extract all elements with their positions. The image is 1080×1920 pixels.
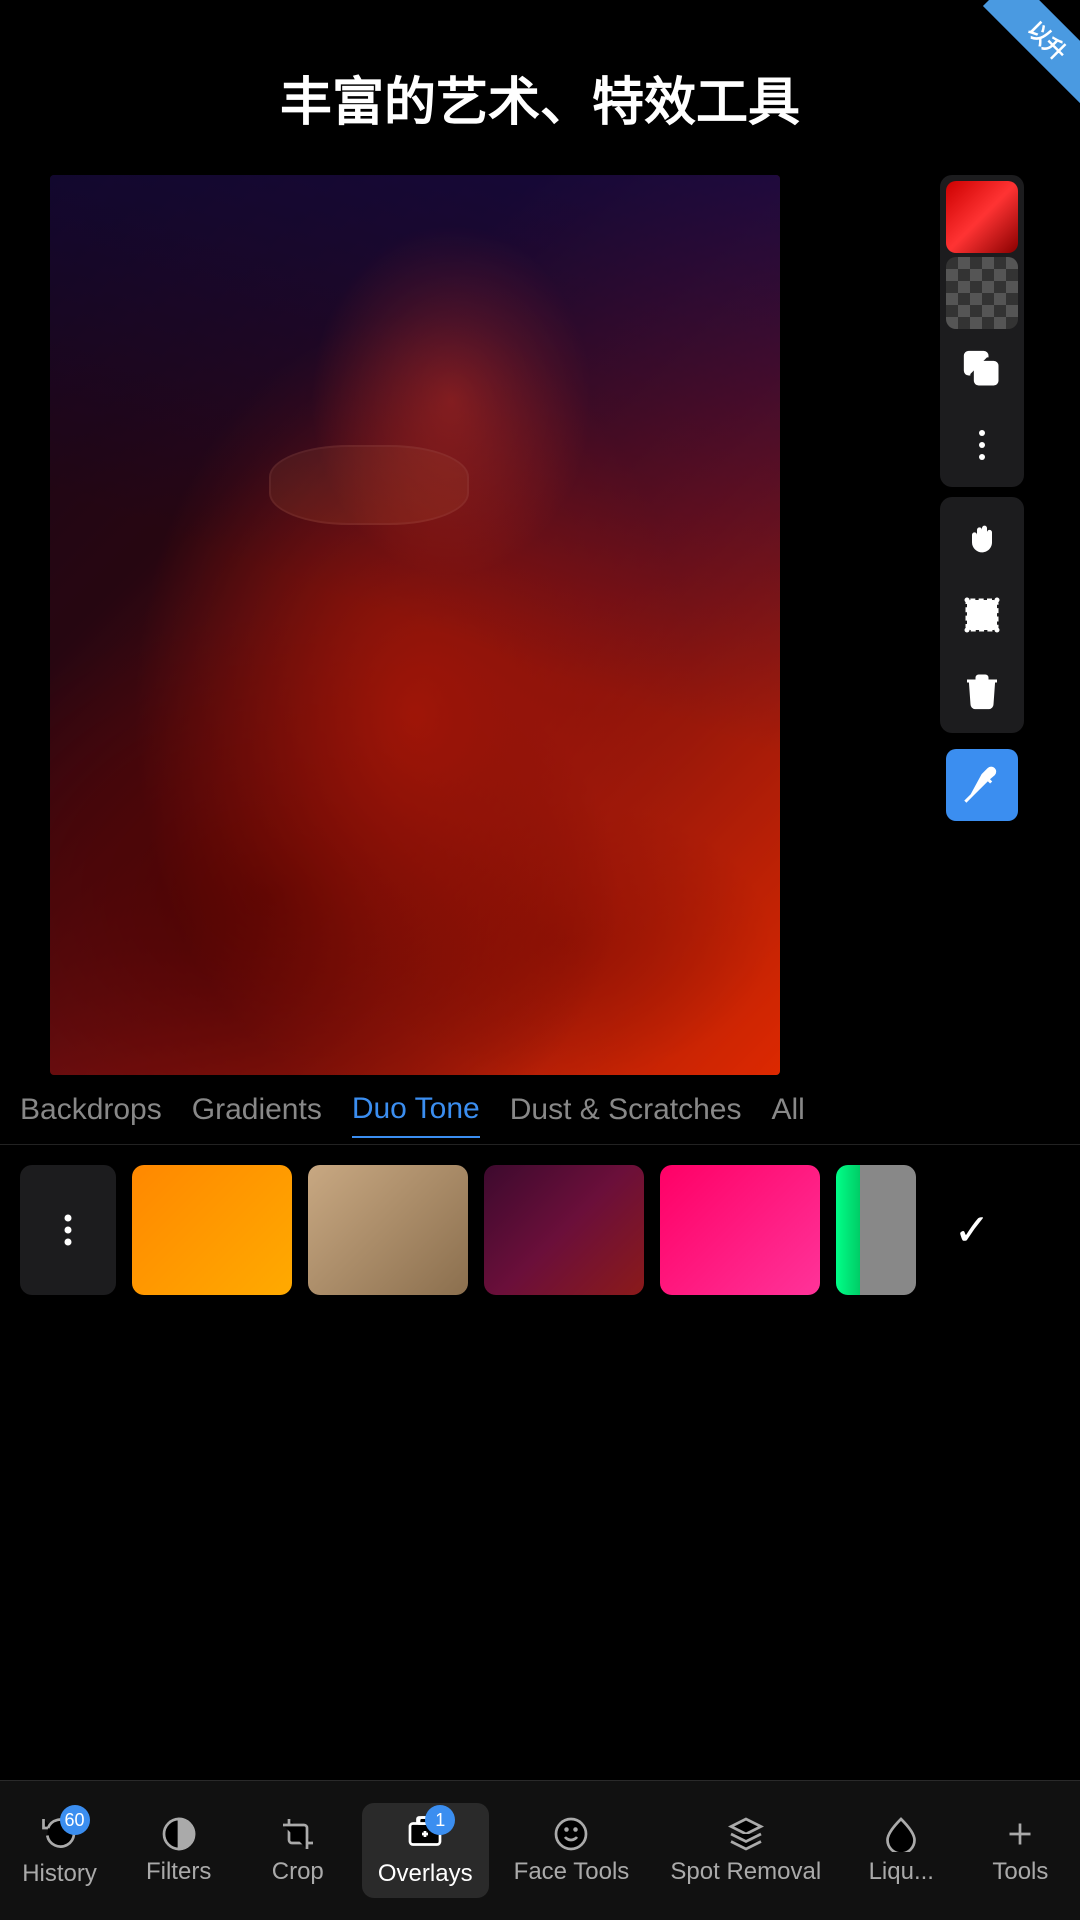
right-sidebar [934,175,1030,1075]
nav-crop[interactable]: Crop [243,1806,353,1896]
nav-filters[interactable]: Filters [124,1806,234,1896]
face-tools-label: Face Tools [514,1858,630,1886]
editor-area [50,175,1030,1075]
face-tools-icon [553,1816,589,1852]
tab-duotone[interactable]: Duo Tone [352,1082,480,1138]
more-options-button[interactable] [946,409,1018,481]
nav-history[interactable]: 60 History [5,1803,115,1898]
swatch-more-button[interactable] [20,1165,116,1295]
overlays-label: Overlays [378,1860,473,1888]
page-title: 丰富的艺术、特效工具 [0,0,1080,175]
category-tabs: Backdrops Gradients Duo Tone Dust & Scra… [0,1075,1080,1145]
nav-tools[interactable]: Tools [965,1806,1075,1896]
overlay-swatches: ✓ [0,1145,1080,1315]
filters-icon [161,1816,197,1852]
nav-liquify[interactable]: Liqu... [846,1806,956,1896]
history-badge: 60 [60,1805,90,1835]
liquify-icon [883,1816,919,1852]
color-swatch-button[interactable] [946,181,1018,253]
history-label: History [22,1860,97,1888]
tab-backdrops[interactable]: Backdrops [20,1083,162,1137]
filters-label: Filters [146,1858,211,1886]
swatch-orange[interactable] [132,1165,292,1295]
swatch-pink[interactable] [660,1165,820,1295]
swatch-tan[interactable] [308,1165,468,1295]
crop-label: Crop [272,1858,324,1886]
duplicate-button[interactable] [946,333,1018,405]
nav-face-tools[interactable]: Face Tools [498,1806,646,1896]
nav-spot-removal[interactable]: Spot Removal [654,1806,837,1896]
nav-overlays[interactable]: 1 Overlays [362,1803,489,1898]
swatch-darkred[interactable] [484,1165,644,1295]
bottom-nav: 60 History Filters Crop 1 Overlays [0,1780,1080,1920]
tool-group-top [940,175,1024,487]
delete-button[interactable] [946,655,1018,727]
tab-all[interactable]: All [771,1083,804,1137]
overlays-badge: 1 [425,1805,455,1835]
tab-gradients[interactable]: Gradients [192,1083,322,1137]
eyedropper-button[interactable] [946,749,1018,821]
tools-icon [1002,1816,1038,1852]
liquify-label: Liqu... [869,1858,934,1886]
corner-badge: 以升 [960,0,1080,120]
transparency-button[interactable] [946,257,1018,329]
history-icon-wrap: 60 [42,1813,78,1854]
canvas-bg [50,175,780,1075]
swatch-confirm-button[interactable]: ✓ [932,1165,1012,1295]
spot-removal-label: Spot Removal [670,1858,821,1886]
tool-group-mid [940,497,1024,733]
spot-removal-icon [728,1816,764,1852]
swatch-green[interactable] [836,1165,916,1295]
overlays-icon-wrap: 1 [407,1813,443,1854]
selection-tool-button[interactable] [946,579,1018,651]
tools-label: Tools [992,1858,1048,1886]
canvas[interactable] [50,175,780,1075]
hand-tool-button[interactable] [946,503,1018,575]
shadow-overlay [50,175,780,1075]
crop-icon [280,1816,316,1852]
tab-dust[interactable]: Dust & Scratches [510,1083,742,1137]
badge-text: 以升 [983,0,1080,105]
